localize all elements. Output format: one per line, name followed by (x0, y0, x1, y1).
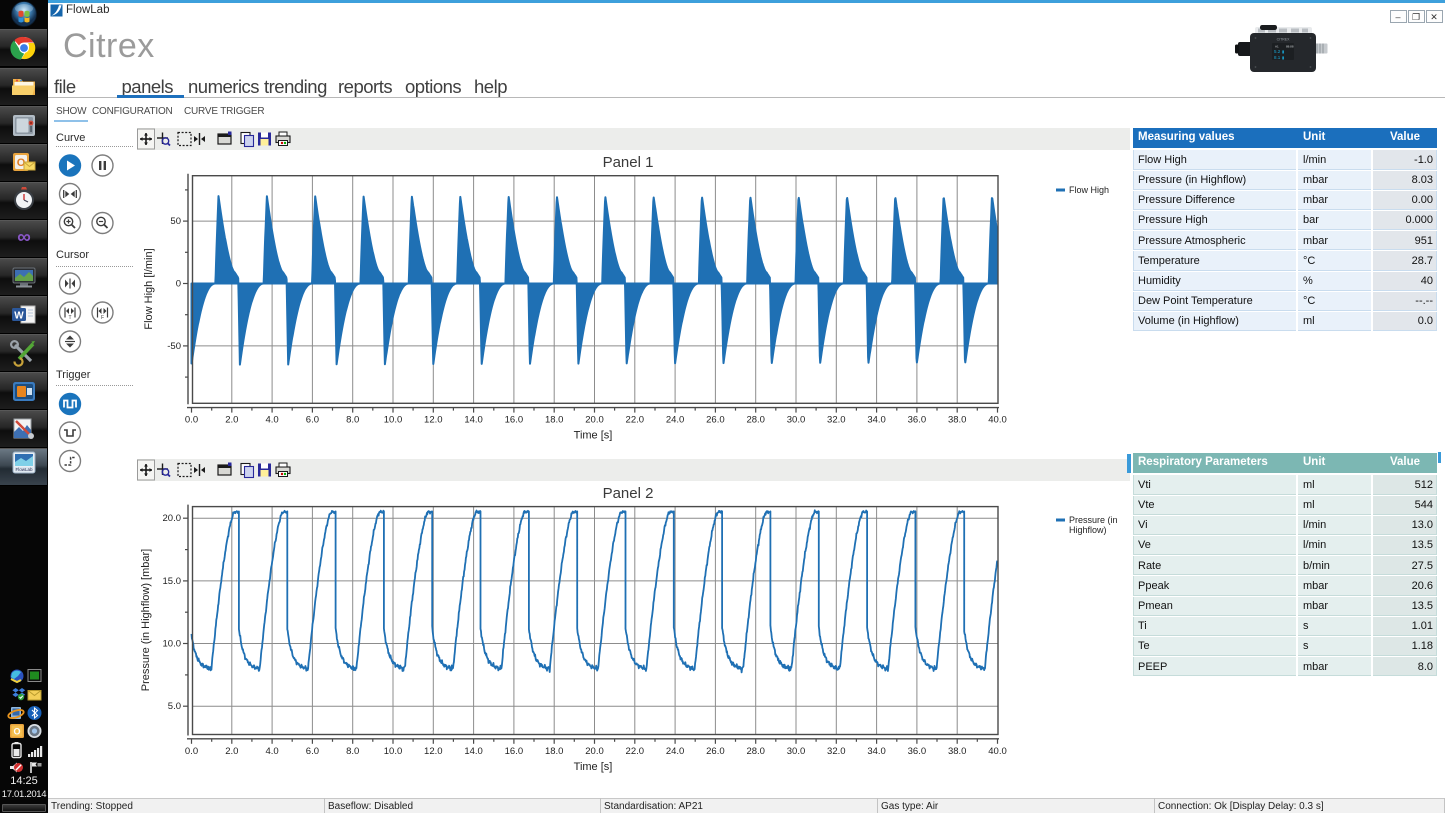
svg-text:20.0: 20.0 (163, 513, 182, 524)
svg-text:10.0: 10.0 (384, 746, 403, 757)
svg-text:0.0: 0.0 (185, 746, 198, 757)
svg-text:T: T (68, 315, 71, 321)
svg-text:28.0: 28.0 (746, 746, 765, 757)
svg-text:24.0: 24.0 (666, 746, 685, 757)
svg-text:Highflow): Highflow) (1069, 525, 1107, 535)
svg-text:▮: ▮ (1282, 49, 1284, 54)
svg-text:CITREX: CITREX (1277, 38, 1291, 42)
svg-text:5.2: 5.2 (1274, 49, 1281, 54)
svg-text:40.0: 40.0 (988, 746, 1007, 757)
svg-text:10.0: 10.0 (163, 639, 182, 650)
svg-text:4.0: 4.0 (265, 415, 278, 426)
svg-text:F: F (101, 315, 104, 321)
svg-text:A1: A1 (1275, 45, 1279, 49)
svg-text:10.0: 10.0 (384, 415, 403, 426)
svg-text:32.0: 32.0 (827, 415, 846, 426)
svg-text:Flow High [l/min]: Flow High [l/min] (143, 248, 155, 329)
svg-text:O: O (13, 727, 20, 737)
svg-text:12.0: 12.0 (424, 746, 443, 757)
svg-text:Time [s]: Time [s] (574, 430, 613, 442)
svg-text:28.0: 28.0 (746, 415, 765, 426)
svg-text:34.0: 34.0 (867, 746, 886, 757)
svg-text:18.0: 18.0 (545, 746, 564, 757)
svg-text:8.1: 8.1 (1274, 55, 1281, 60)
svg-text:36.0: 36.0 (908, 746, 927, 757)
svg-text:FlowLab: FlowLab (15, 467, 33, 472)
svg-text:▮: ▮ (1282, 55, 1284, 60)
svg-text:50: 50 (170, 216, 181, 227)
svg-text:16.0: 16.0 (505, 746, 524, 757)
svg-text:8.0: 8.0 (346, 746, 359, 757)
svg-text:∞: ∞ (17, 227, 31, 248)
svg-text:20.0: 20.0 (585, 415, 604, 426)
svg-text:32.0: 32.0 (827, 746, 846, 757)
svg-text:15.0: 15.0 (163, 576, 182, 587)
svg-text:W: W (14, 311, 24, 322)
svg-text:30.0: 30.0 (787, 746, 806, 757)
svg-text:20.0: 20.0 (585, 746, 604, 757)
svg-text:0.0: 0.0 (185, 415, 198, 426)
svg-text:Panel 2: Panel 2 (603, 485, 654, 502)
svg-text:34.0: 34.0 (867, 415, 886, 426)
svg-text:16.0: 16.0 (505, 415, 524, 426)
svg-text:6.0: 6.0 (306, 415, 319, 426)
svg-text:0: 0 (176, 279, 181, 290)
svg-text:26.0: 26.0 (706, 746, 725, 757)
svg-text:5.0: 5.0 (168, 701, 181, 712)
svg-text:Pressure (in: Pressure (in (1069, 515, 1118, 525)
svg-text:6.0: 6.0 (306, 746, 319, 757)
svg-text:40.0: 40.0 (988, 415, 1007, 426)
svg-text:22.0: 22.0 (626, 415, 645, 426)
svg-text:26.0: 26.0 (706, 415, 725, 426)
svg-text:38.0: 38.0 (948, 746, 967, 757)
svg-text:18.0: 18.0 (545, 415, 564, 426)
svg-text:Panel 1: Panel 1 (603, 154, 654, 171)
svg-text:22.0: 22.0 (626, 746, 645, 757)
svg-text:88:88: 88:88 (1286, 45, 1294, 49)
svg-text:-50: -50 (167, 341, 181, 352)
svg-text:14.0: 14.0 (464, 746, 483, 757)
svg-text:12.0: 12.0 (424, 415, 443, 426)
svg-text:38.0: 38.0 (948, 415, 967, 426)
svg-text:14.0: 14.0 (464, 415, 483, 426)
svg-text:8.0: 8.0 (346, 415, 359, 426)
svg-text:Time [s]: Time [s] (574, 761, 613, 773)
svg-text:4.0: 4.0 (265, 746, 278, 757)
svg-text:36.0: 36.0 (908, 415, 927, 426)
svg-text:2.0: 2.0 (225, 415, 238, 426)
svg-text:Pressure (in Highflow) [mbar]: Pressure (in Highflow) [mbar] (140, 549, 152, 691)
svg-text:Flow High: Flow High (1069, 185, 1109, 195)
svg-text:24.0: 24.0 (666, 415, 685, 426)
svg-text:2.0: 2.0 (225, 746, 238, 757)
svg-text:30.0: 30.0 (787, 415, 806, 426)
